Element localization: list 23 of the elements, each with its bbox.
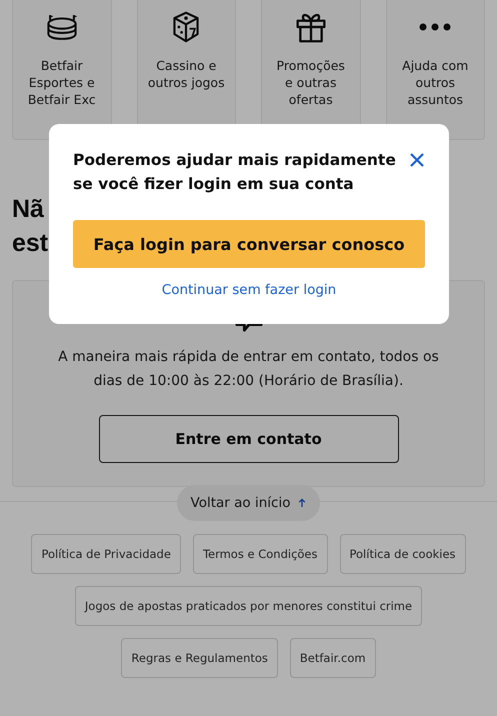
footer-link[interactable]: Termos e Condições xyxy=(192,534,328,574)
category-card[interactable]: Ajuda com outros assuntos xyxy=(386,0,485,140)
footer-link[interactable]: Betfair.com xyxy=(290,638,376,678)
dialog-title: Poderemos ajudar mais rapidamente se você fizer login em sua conta xyxy=(73,150,397,195)
footer-link[interactable]: Regras e Regulamentos xyxy=(121,638,278,678)
category-card[interactable]: Betfair Esportes e Betfair Exc xyxy=(12,0,112,140)
gift-icon xyxy=(294,11,328,43)
footer-link[interactable]: Política de Privacidade xyxy=(31,534,181,574)
continue-link[interactable]: Continuar sem fazer login xyxy=(162,282,336,298)
arrow-up-icon xyxy=(298,498,306,508)
category-label: Betfair Esportes e Betfair Exc xyxy=(26,57,97,108)
close-icon[interactable] xyxy=(409,152,425,168)
back-to-top-button[interactable]: Voltar ao início xyxy=(176,485,320,521)
contact-description: A maneira mais rápida de entrar em contato, todos os dias de 10:00 às 22:00 (Horário de Brasília). xyxy=(57,348,440,391)
footer-link[interactable]: Política de cookies xyxy=(340,534,466,574)
contact-button[interactable]: Entre em contato xyxy=(98,415,398,463)
footer-link[interactable]: Jogos de apostas praticados por menores constitui crime xyxy=(74,586,422,626)
category-label: Cassino e outros jogos xyxy=(147,57,226,91)
login-button[interactable]: Faça login para conversar conosco xyxy=(73,220,425,268)
more-icon xyxy=(419,23,452,31)
category-label: Promoções e outras ofertas xyxy=(276,57,346,108)
section-heading: Nã est xyxy=(12,194,46,259)
category-label: Ajuda com outros assuntos xyxy=(401,57,470,108)
